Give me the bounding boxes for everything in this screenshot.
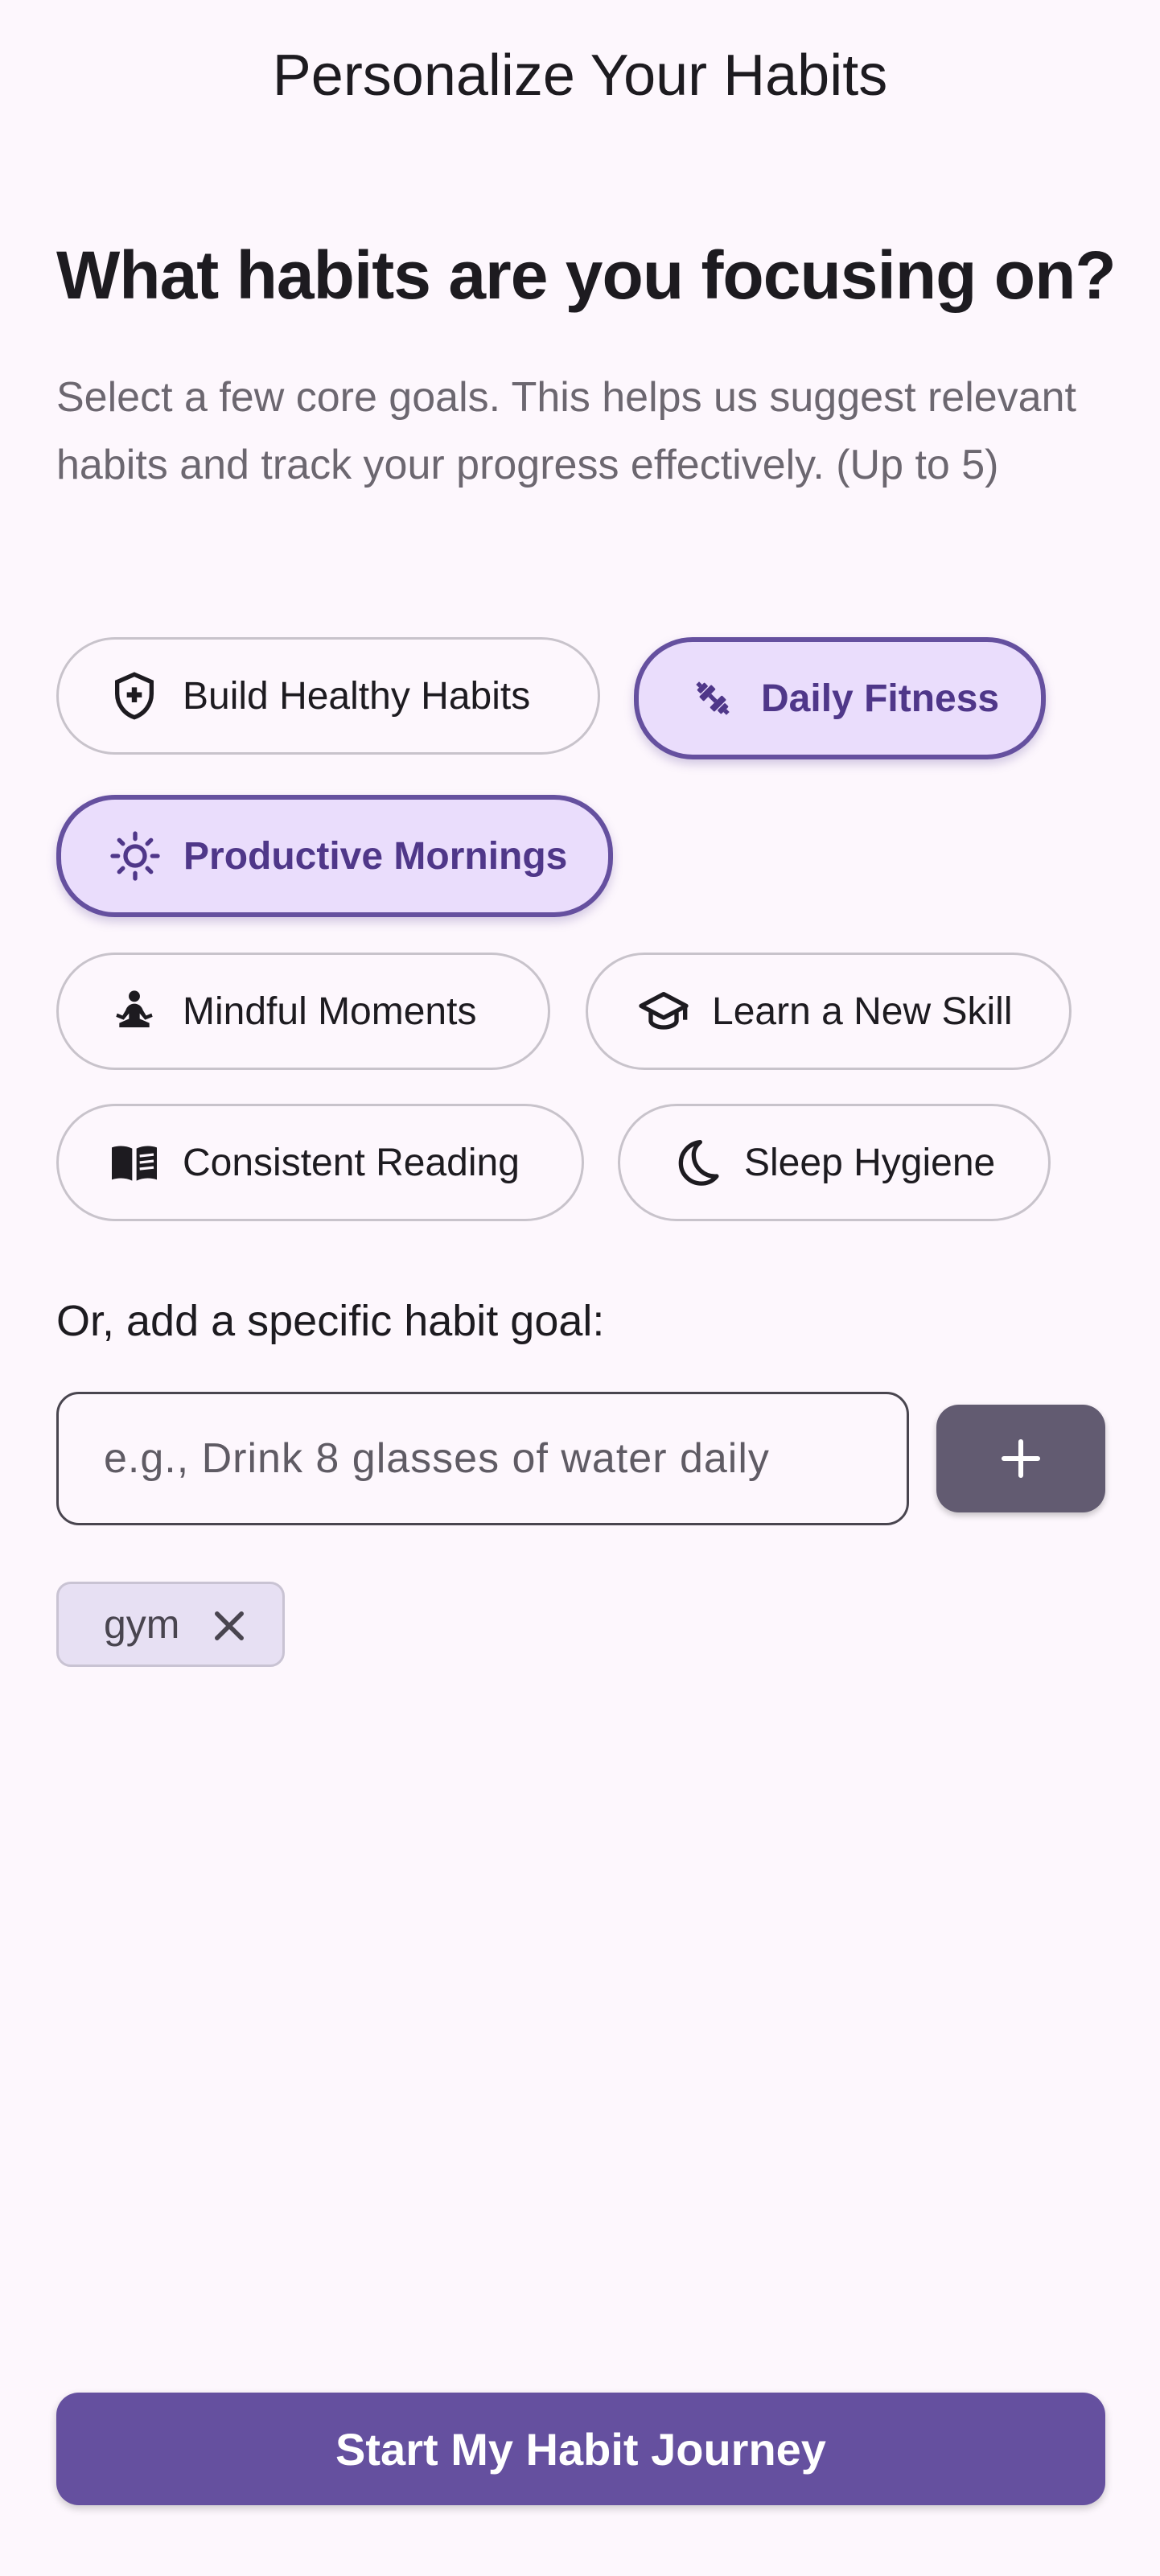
plus-icon [1001,1438,1041,1479]
chip-label: Learn a New Skill [712,990,1013,1033]
chip-label: Daily Fitness [761,677,1000,720]
habit-personalization-screen: Personalize Your Habits What habits are … [0,0,1160,2576]
custom-goal-input[interactable] [102,1434,907,1483]
meditation-icon [109,986,160,1037]
shield-plus-icon [109,670,160,722]
dumbbell-icon [687,673,738,724]
goal-chip-productive-mornings[interactable]: Productive Mornings [56,795,613,917]
add-goal-button[interactable] [936,1405,1105,1512]
app-bar-title: Personalize Your Habits [272,43,888,108]
goal-chip-daily-fitness[interactable]: Daily Fitness [634,637,1046,759]
tag-label: gym [104,1602,180,1647]
goal-chip-consistent-reading[interactable]: Consistent Reading [56,1104,584,1221]
custom-goal-field[interactable] [56,1392,909,1525]
sun-icon [109,830,161,882]
graduation-cap-icon [638,986,689,1037]
goal-chip-sleep-hygiene[interactable]: Sleep Hygiene [618,1104,1051,1221]
chip-label: Mindful Moments [183,990,477,1033]
page-heading: What habits are you focusing on? [56,237,1117,313]
goal-chip-learn-new-skill[interactable]: Learn a New Skill [586,953,1072,1070]
custom-goal-tag: gym [56,1582,285,1667]
custom-goal-label: Or, add a specific habit goal: [56,1297,605,1345]
goal-chip-mindful-moments[interactable]: Mindful Moments [56,953,550,1070]
goal-chip-build-healthy-habits[interactable]: Build Healthy Habits [56,637,600,755]
chip-label: Build Healthy Habits [183,674,531,718]
chip-label: Sleep Hygiene [744,1141,996,1184]
chip-label: Productive Mornings [183,834,568,878]
moon-icon [670,1137,722,1188]
start-journey-button[interactable]: Start My Habit Journey [56,2393,1105,2505]
close-icon[interactable] [208,1605,250,1647]
book-icon [109,1137,160,1188]
chip-label: Consistent Reading [183,1141,520,1184]
page-subtitle: Select a few core goals. This helps us s… [56,374,1076,488]
